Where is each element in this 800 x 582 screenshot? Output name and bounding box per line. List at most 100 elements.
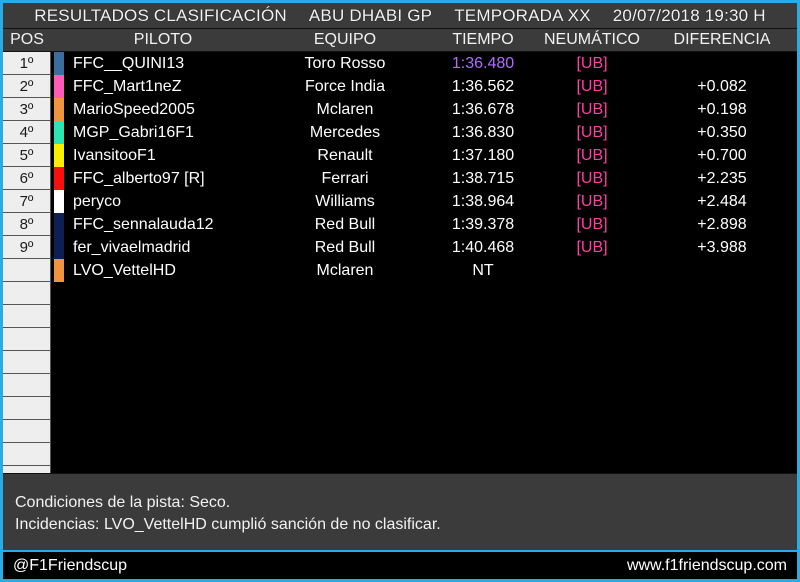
- row-position: 1º: [3, 52, 51, 75]
- driver-color-swatch: [51, 190, 65, 213]
- row-lap-time: 1:36.830: [451, 123, 515, 141]
- row-team-name: Ferrari: [321, 169, 369, 187]
- row-lap-time: 1:37.180: [451, 146, 515, 164]
- row-tyre-compound: [537, 328, 647, 351]
- row-team-name: [261, 328, 429, 351]
- row-position: [3, 328, 51, 351]
- table-row[interactable]: 8º FFC_sennalauda12 Red Bull 1:39.378 [UB] +2…: [3, 213, 797, 236]
- driver-color-swatch: [51, 328, 65, 351]
- row-driver-name: [65, 282, 261, 305]
- table-row[interactable]: 2º FFC_Mart1neZ Force India 1:36.562 [UB] +0.…: [3, 75, 797, 98]
- row-position: 8º: [3, 213, 51, 236]
- row-position: 9º: [3, 236, 51, 259]
- row-driver-name: FFC_sennalauda12: [73, 215, 214, 233]
- row-time-difference: [647, 259, 797, 282]
- row-time-difference: +0.198: [697, 100, 747, 118]
- row-driver-name: IvansitooF1: [73, 146, 156, 164]
- column-header-pos: POS: [10, 31, 44, 48]
- driver-color-swatch: [51, 282, 65, 305]
- table-row[interactable]: 9º fer_vivaelmadrid Red Bull 1:40.468 [UB] +3…: [3, 236, 797, 259]
- driver-color-swatch: [51, 397, 65, 420]
- row-time-difference: +0.700: [697, 146, 747, 164]
- driver-color-swatch: [51, 121, 65, 144]
- row-driver-name: MarioSpeed2005: [73, 100, 195, 118]
- row-team-name: Toro Rosso: [304, 54, 386, 72]
- color-swatch-fill: [54, 98, 64, 121]
- row-team-name: Mclaren: [316, 100, 374, 118]
- table-row[interactable]: [3, 374, 797, 397]
- row-driver-name: MGP_Gabri16F1: [73, 123, 194, 141]
- table-row[interactable]: 5º IvansitooF1 Renault 1:37.180 [UB] +0.700: [3, 144, 797, 167]
- row-time-difference: [647, 397, 797, 420]
- row-time-difference: +2.484: [697, 192, 747, 210]
- color-swatch-fill: [54, 167, 64, 190]
- table-row[interactable]: [3, 282, 797, 305]
- table-row[interactable]: [3, 305, 797, 328]
- row-tyre-compound: [537, 259, 647, 282]
- row-tyre-compound: [UB]: [576, 146, 608, 164]
- column-header-team: EQUIPO: [313, 31, 377, 48]
- row-time-difference: +0.350: [697, 123, 747, 141]
- table-row[interactable]: [3, 397, 797, 420]
- website-url: www.f1friendscup.com: [626, 556, 787, 574]
- row-team-name: [261, 420, 429, 443]
- row-tyre-compound: [UB]: [576, 238, 608, 256]
- row-position: 5º: [3, 144, 51, 167]
- color-swatch-fill: [54, 236, 64, 259]
- row-team-name: [261, 374, 429, 397]
- row-position: [3, 420, 51, 443]
- table-row[interactable]: LVO_VettelHD Mclaren NT: [3, 259, 797, 282]
- row-position: [3, 259, 51, 282]
- table-row[interactable]: [3, 443, 797, 466]
- row-tyre-compound: [537, 374, 647, 397]
- table-row[interactable]: 7º peryco Williams 1:38.964 [UB] +2.484: [3, 190, 797, 213]
- row-driver-name: FFC_Mart1neZ: [73, 77, 182, 95]
- row-tyre-compound: [537, 305, 647, 328]
- row-time-difference: [647, 374, 797, 397]
- row-lap-time: [429, 374, 537, 397]
- color-swatch-fill: [54, 121, 64, 144]
- row-team-name: Red Bull: [314, 215, 376, 233]
- results-table-body: 1º FFC__QUINI13 Toro Rosso 1:36.480 [UB] 2º FF…: [3, 52, 797, 512]
- table-row[interactable]: 1º FFC__QUINI13 Toro Rosso 1:36.480 [UB]: [3, 52, 797, 75]
- column-header-driver: PILOTO: [133, 31, 193, 48]
- table-row[interactable]: [3, 328, 797, 351]
- table-row[interactable]: 4º MGP_Gabri16F1 Mercedes 1:36.830 [UB] +0.35…: [3, 121, 797, 144]
- row-lap-time: [429, 443, 537, 466]
- row-position: 2º: [3, 75, 51, 98]
- row-lap-time: 1:36.562: [451, 77, 515, 95]
- track-conditions: Condiciones de la pista: Seco.: [15, 494, 231, 511]
- driver-color-swatch: [51, 75, 65, 98]
- row-driver-name: LVO_VettelHD: [73, 261, 176, 279]
- row-lap-time: 1:36.678: [451, 100, 515, 118]
- row-position: [3, 282, 51, 305]
- row-tyre-compound: [537, 443, 647, 466]
- row-lap-time: 1:39.378: [451, 215, 515, 233]
- row-team-name: Mercedes: [309, 123, 381, 141]
- row-lap-time: [429, 328, 537, 351]
- row-tyre-compound: [537, 282, 647, 305]
- row-position: 3º: [3, 98, 51, 121]
- color-swatch-fill: [54, 144, 64, 167]
- row-position: [3, 374, 51, 397]
- grand-prix-name: ABU DHABI GP: [308, 5, 433, 25]
- row-lap-time: [429, 420, 537, 443]
- row-team-name: [261, 351, 429, 374]
- table-row[interactable]: [3, 420, 797, 443]
- row-tyre-compound: [UB]: [576, 192, 608, 210]
- session-datetime: 20/07/2018 19:30 H: [612, 5, 766, 25]
- table-row[interactable]: 6º FFC_alberto97 [R] Ferrari 1:38.715 [UB] +2…: [3, 167, 797, 190]
- table-row[interactable]: 3º MarioSpeed2005 Mclaren 1:36.678 [UB] +0.19…: [3, 98, 797, 121]
- row-team-name: [261, 397, 429, 420]
- row-team-name: Mclaren: [316, 261, 374, 279]
- row-time-difference: [647, 282, 797, 305]
- row-team-name: [261, 443, 429, 466]
- results-title: RESULTADOS CLASIFICACIÓN: [34, 5, 287, 25]
- driver-color-swatch: [51, 374, 65, 397]
- season-label: TEMPORADA XX: [454, 5, 591, 25]
- row-lap-time: [429, 282, 537, 305]
- row-driver-name: [65, 305, 261, 328]
- driver-color-swatch: [51, 259, 65, 282]
- driver-color-swatch: [51, 144, 65, 167]
- table-row[interactable]: [3, 351, 797, 374]
